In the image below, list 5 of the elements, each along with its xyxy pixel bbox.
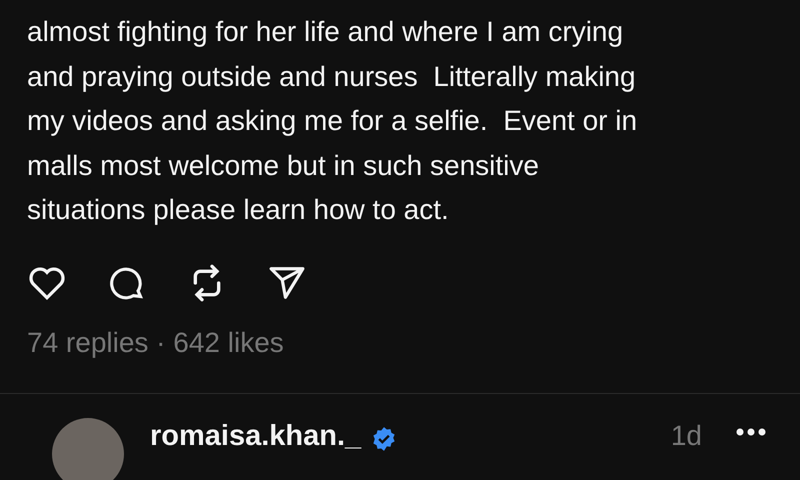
engagement-stats: 74 replies · 642 likes: [27, 326, 285, 358]
username[interactable]: romaisa.khan._: [150, 420, 362, 452]
post-text: almost fighting for her life and where I am crying and praying outside and nurses Litterally making my videos and asking me for a selfie. Event or in malls most welcome but in such sensitive situations please learn how to act.: [27, 15, 638, 227]
more-options-icon[interactable]: [736, 428, 766, 436]
post-time: 1d: [670, 420, 702, 452]
